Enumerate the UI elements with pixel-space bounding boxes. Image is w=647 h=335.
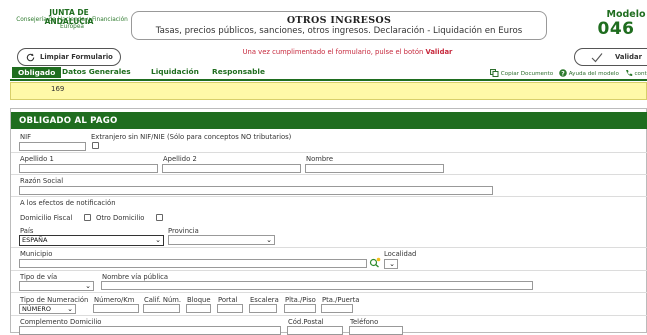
section-header: OBLIGADO AL PAGO	[11, 112, 647, 129]
tipo-numeracion-value: NÚMERO	[22, 305, 51, 313]
razon-social-input[interactable]	[19, 186, 493, 195]
divider	[11, 152, 647, 153]
divider	[11, 247, 647, 248]
form-title-box: OTROS INGRESOS Tasas, precios públicos, …	[131, 11, 547, 40]
puerta-label: Pta./Puerta	[322, 296, 360, 304]
puerta-input[interactable]	[321, 304, 353, 313]
extranjero-checkbox[interactable]	[92, 142, 99, 149]
chevron-down-icon: ⌄	[389, 260, 395, 268]
tipo-via-label: Tipo de vía	[20, 273, 58, 281]
clear-form-button[interactable]: Limpiar Formulario	[17, 48, 121, 66]
nombre-label: Nombre	[306, 155, 334, 163]
divider	[11, 292, 647, 293]
validate-label: Validar	[615, 53, 642, 61]
razon-social-label: Razón Social	[20, 177, 64, 185]
apellido2-label: Apellido 2	[163, 155, 197, 163]
help-link[interactable]: Ayuda del modelo	[569, 71, 619, 77]
telefono-label: Teléfono	[350, 318, 379, 326]
tab-obligado[interactable]: Obligado	[12, 67, 62, 78]
pais-label: País	[20, 227, 34, 235]
notice-text: Una vez cumplimentado el formulario, pul…	[242, 48, 426, 56]
svg-text:?: ?	[561, 70, 565, 77]
pais-value: ESPAÑA	[22, 236, 48, 244]
form-subtitle: Tasas, precios públicos, sanciones, otro…	[155, 26, 523, 36]
planta-input[interactable]	[284, 304, 316, 313]
numero-input[interactable]	[93, 304, 139, 313]
phone-icon	[625, 70, 632, 77]
municipio-input[interactable]	[19, 259, 367, 268]
apellido2-input[interactable]	[162, 164, 301, 173]
tipo-numeracion-select[interactable]: NÚMERO ⌄	[19, 304, 76, 314]
nif-input[interactable]	[19, 142, 86, 151]
escalera-input[interactable]	[249, 304, 277, 313]
validation-notice: Una vez cumplimentado el formulario, pul…	[205, 48, 490, 56]
tab-datos-generales[interactable]: Datos Generales	[62, 67, 131, 76]
tipo-via-select[interactable]: ⌄	[19, 281, 94, 291]
org-subtitle-line1: Consejería de Hacienda y Financiación	[16, 17, 128, 23]
localidad-label: Localidad	[384, 250, 417, 258]
apellido1-input[interactable]	[19, 164, 158, 173]
divider	[11, 174, 647, 175]
copy-document-icon	[490, 69, 499, 77]
tab-responsable[interactable]: Responsable	[212, 67, 265, 76]
provincia-select[interactable]: ⌄	[168, 235, 275, 245]
form-title: OTROS INGRESOS	[286, 15, 392, 26]
nif-label: NIF	[20, 133, 31, 141]
pais-select[interactable]: ESPAÑA ⌄	[19, 235, 164, 246]
cod-postal-input[interactable]	[287, 326, 343, 335]
modelo-number: 046	[597, 19, 635, 39]
complemento-label: Complemento Domicilio	[20, 318, 102, 326]
help-icon: ?	[559, 69, 567, 77]
chevron-down-icon: ⌄	[155, 236, 161, 244]
tipo-numeracion-label: Tipo de Numeración	[20, 296, 89, 304]
escalera-label: Escalera	[250, 296, 279, 304]
bloque-label: Bloque	[187, 296, 211, 304]
info-bar-value: 169	[51, 85, 65, 93]
notice-bold: Validar	[425, 48, 453, 56]
nombre-input[interactable]	[305, 164, 444, 173]
telefono-input[interactable]	[349, 326, 403, 335]
apellido1-label: Apellido 1	[20, 155, 54, 163]
nombre-via-input[interactable]	[101, 281, 533, 290]
calif-label: Calif. Núm.	[144, 296, 182, 304]
tool-links: Copiar Documento ? Ayuda del modelo cont…	[490, 69, 647, 77]
divider	[11, 270, 647, 271]
org-subtitle: Consejería de Hacienda y Financiación Eu…	[8, 17, 136, 31]
portal-label: Portal	[218, 296, 238, 304]
cod-postal-label: Cód.Postal	[288, 318, 324, 326]
org-subtitle-line2: Europea	[60, 24, 84, 30]
calif-input[interactable]	[143, 304, 180, 313]
chevron-down-icon: ⌄	[85, 282, 91, 290]
municipio-label: Municipio	[20, 250, 53, 258]
tab-underline	[10, 79, 647, 81]
domicilio-fiscal-checkbox[interactable]	[84, 214, 91, 221]
complemento-input[interactable]	[19, 326, 281, 335]
clear-form-label: Limpiar Formulario	[40, 53, 113, 61]
copy-document-link[interactable]: Copiar Documento	[501, 71, 553, 77]
notificacion-label: A los efectos de notificación	[20, 199, 116, 207]
chevron-down-icon: ⌄	[67, 305, 73, 313]
checkmark-icon	[591, 53, 603, 63]
planta-label: Plta./Piso	[285, 296, 316, 304]
portal-input[interactable]	[217, 304, 243, 313]
section-title: OBLIGADO AL PAGO	[19, 116, 118, 126]
nombre-via-label: Nombre vía pública	[102, 273, 169, 281]
extranjero-label: Extranjero sin NIF/NIE (Sólo para concep…	[91, 133, 292, 141]
info-bar: 169	[10, 82, 647, 100]
bloque-input[interactable]	[186, 304, 211, 313]
validate-button[interactable]: Validar	[574, 48, 647, 66]
numero-label: Número/Km	[94, 296, 135, 304]
domicilio-fiscal-label: Domicilio Fiscal	[20, 214, 73, 222]
contact-link[interactable]: contact	[634, 71, 647, 77]
chevron-down-icon: ⌄	[266, 236, 272, 244]
divider	[11, 196, 647, 197]
tab-liquidacion[interactable]: Liquidación	[151, 67, 199, 76]
otro-domicilio-checkbox[interactable]	[156, 214, 163, 221]
refresh-icon	[26, 53, 35, 62]
search-municipio-icon[interactable]	[369, 257, 381, 268]
provincia-label: Provincia	[168, 227, 199, 235]
divider	[11, 315, 647, 316]
localidad-select[interactable]: ⌄	[384, 259, 398, 269]
otro-domicilio-label: Otro Domicilio	[96, 214, 145, 222]
